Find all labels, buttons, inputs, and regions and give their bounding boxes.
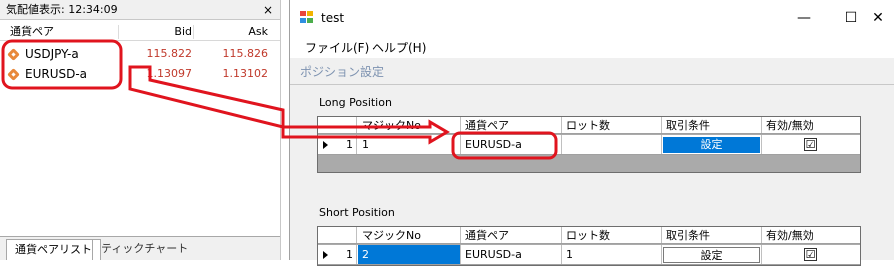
tab-tick-chart[interactable]: ティックチャート [92, 239, 196, 260]
menu-bar: ファイル(F) ヘルプ(H) [290, 36, 894, 58]
maximize-button[interactable]: ☐ [837, 8, 865, 28]
row-header[interactable]: 1 [318, 245, 357, 264]
window-title: test [321, 11, 345, 25]
bid-price: 115.822 [146, 47, 193, 60]
enabled-checkbox[interactable]: ☑ [804, 248, 817, 261]
window-title-bar: test — ☐ ✕ [290, 0, 894, 36]
menu-file[interactable]: ファイル(F) [305, 39, 369, 56]
current-row-arrow-icon [323, 251, 328, 259]
column-trade-condition[interactable]: 取引条件 [662, 227, 762, 243]
position-settings-label: ポジション設定 [300, 65, 385, 79]
currency-pair-cell[interactable]: EURUSD-a [461, 135, 562, 154]
divider [290, 84, 894, 85]
long-position-label: Long Position [317, 96, 394, 109]
symbol-row-eurusd[interactable]: EURUSD-a 1.13097 1.13102 [0, 64, 280, 84]
minimize-button[interactable]: — [790, 8, 818, 28]
enabled-checkbox[interactable]: ☑ [804, 138, 817, 151]
column-enabled[interactable]: 有効/無効 [762, 227, 862, 243]
market-watch-header: 通貨ペア Bid Ask [0, 23, 280, 41]
long-position-grid: マジックNo 通貨ペア ロット数 取引条件 有効/無効 1 1 EURUSD-a… [317, 116, 861, 173]
ask-price: 1.13102 [222, 67, 269, 80]
row-header[interactable]: 1 [318, 135, 357, 154]
trade-condition-cell: 設定 [662, 135, 762, 154]
symbol-name: USDJPY-a [25, 47, 79, 61]
grid-header: マジックNo 通貨ペア ロット数 取引条件 有効/無効 [318, 227, 860, 244]
currency-pair-cell[interactable]: EURUSD-a [461, 245, 562, 264]
market-watch-title: 気配値表示: 12:34:09 [6, 3, 118, 16]
symbol-diamond-icon [7, 48, 20, 61]
row-number: 1 [346, 248, 353, 261]
ask-column-header[interactable]: Ask [196, 23, 268, 41]
table-row[interactable]: 1 1 EURUSD-a 設定 ☑ [318, 135, 860, 155]
menu-help[interactable]: ヘルプ(H) [372, 39, 426, 56]
symbol-diamond-icon [7, 68, 20, 81]
current-row-arrow-icon [323, 141, 328, 149]
enabled-cell: ☑ [762, 135, 862, 154]
market-watch-title-bar: 気配値表示: 12:34:09 × [0, 0, 280, 20]
close-button[interactable]: ✕ [864, 8, 892, 28]
ask-price: 115.826 [222, 47, 269, 60]
market-watch-panel: 気配値表示: 12:34:09 × 通貨ペア Bid Ask USDJPY-a … [0, 0, 281, 260]
enabled-cell: ☑ [762, 245, 862, 264]
setting-button[interactable]: 設定 [663, 247, 760, 263]
magic-no-cell-selected[interactable]: 2 [358, 245, 461, 264]
short-position-grid: マジックNo 通貨ペア ロット数 取引条件 有効/無効 1 2 EURUSD-a… [317, 226, 861, 266]
bid-column-header[interactable]: Bid [120, 23, 192, 41]
symbol-row-usdjpy[interactable]: USDJPY-a 115.822 115.826 [0, 44, 280, 64]
test-window: test — ☐ ✕ ファイル(F) ヘルプ(H) ポジション設定 Long P… [289, 0, 894, 266]
column-lots[interactable]: ロット数 [562, 117, 662, 133]
column-currency-pair[interactable]: 通貨ペア [461, 227, 562, 243]
column-currency-pair[interactable]: 通貨ペア [461, 117, 562, 133]
lots-cell[interactable]: 1 [562, 245, 662, 264]
market-watch-tabs: 通貨ペアリスト ティックチャート [0, 236, 280, 260]
table-row[interactable]: 1 2 EURUSD-a 1 設定 ☑ [318, 245, 860, 265]
symbol-column-header[interactable]: 通貨ペア [10, 23, 54, 41]
column-trade-condition[interactable]: 取引条件 [662, 117, 762, 133]
magic-no-cell[interactable]: 1 [358, 135, 461, 154]
short-position-label: Short Position [317, 206, 397, 219]
symbol-name: EURUSD-a [25, 67, 88, 81]
lots-cell[interactable] [562, 135, 662, 154]
grid-header: マジックNo 通貨ペア ロット数 取引条件 有効/無効 [318, 117, 860, 134]
column-magic-no[interactable]: マジックNo [358, 227, 461, 243]
bid-price: 1.13097 [146, 67, 193, 80]
tab-symbol-list[interactable]: 通貨ペアリスト [6, 239, 101, 260]
column-lots[interactable]: ロット数 [562, 227, 662, 243]
column-enabled[interactable]: 有効/無効 [762, 117, 862, 133]
setting-button[interactable]: 設定 [663, 137, 760, 153]
close-icon[interactable]: × [263, 0, 273, 20]
row-number: 1 [346, 138, 353, 151]
column-magic-no[interactable]: マジックNo [358, 117, 461, 133]
app-icon [300, 11, 314, 24]
trade-condition-cell: 設定 [662, 245, 762, 264]
